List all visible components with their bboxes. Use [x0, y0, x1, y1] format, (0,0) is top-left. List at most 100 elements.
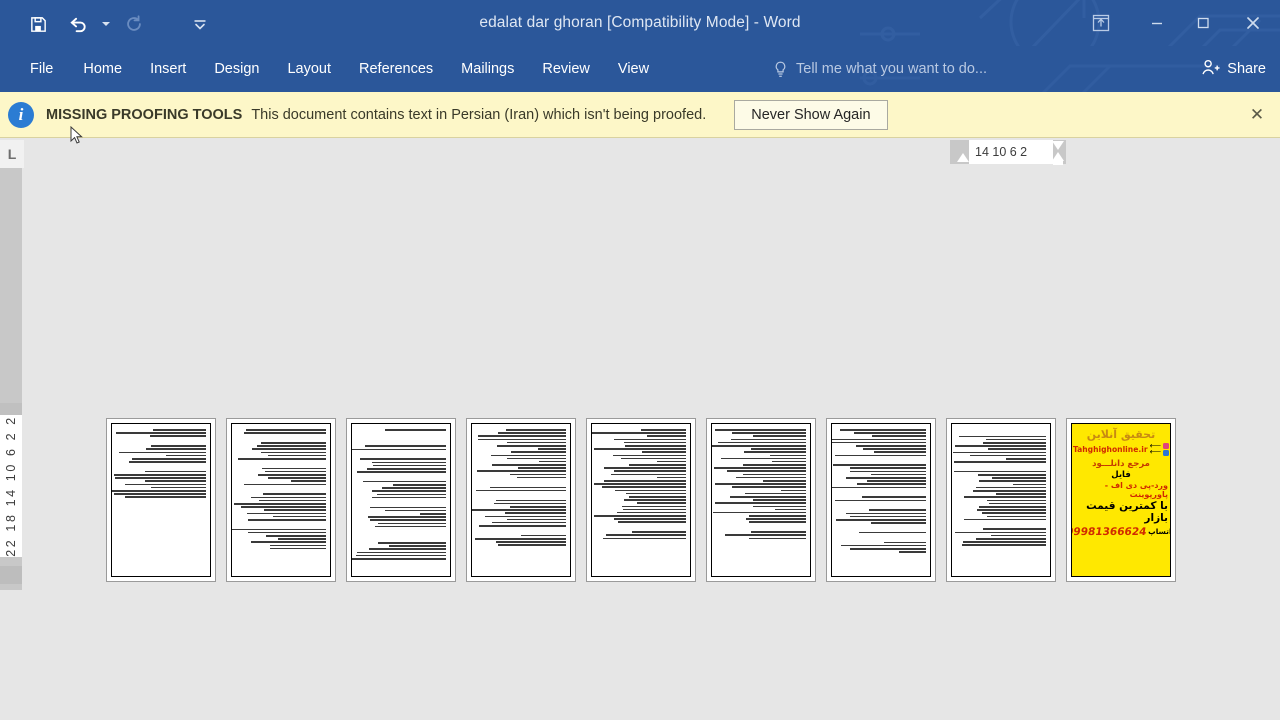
text-line — [840, 429, 926, 431]
text-line — [377, 542, 446, 544]
never-show-again-button[interactable]: Never Show Again — [734, 99, 888, 130]
ad-phone-number: 09981366624 — [1071, 525, 1147, 538]
text-line — [624, 444, 686, 447]
first-line-indent-marker[interactable] — [957, 153, 969, 162]
save-icon[interactable] — [18, 9, 58, 39]
page-thumbnail[interactable] — [586, 418, 696, 582]
text-line — [367, 467, 446, 470]
text-line — [977, 474, 1046, 476]
text-line — [113, 493, 206, 495]
tab-insert[interactable]: Insert — [136, 46, 200, 92]
ad-line-1: مرجع دانلـــود — [1092, 458, 1150, 469]
text-line — [496, 541, 566, 543]
title-bar: edalat dar ghoran [Compatibility Mode] -… — [0, 0, 1280, 46]
text-line — [384, 429, 446, 431]
tab-stop-selector[interactable]: L — [0, 140, 24, 168]
text-line — [714, 467, 806, 469]
notification-close-icon[interactable]: ✕ — [1244, 102, 1270, 128]
tab-file[interactable]: File — [14, 46, 69, 92]
text-line — [151, 486, 206, 489]
page-thumbnail[interactable] — [106, 418, 216, 582]
page-thumbnail[interactable] — [706, 418, 816, 582]
text-line — [963, 518, 1046, 521]
text-lines — [472, 427, 566, 546]
text-line — [385, 509, 446, 512]
tab-home[interactable]: Home — [69, 46, 136, 92]
text-line — [972, 490, 1046, 492]
text-line — [849, 548, 926, 550]
tab-references[interactable]: References — [345, 46, 447, 92]
text-line — [780, 489, 806, 492]
minimize-icon[interactable] — [1134, 0, 1180, 46]
text-line — [518, 467, 566, 469]
text-line — [867, 480, 926, 482]
undo-icon[interactable] — [58, 9, 98, 39]
text-line — [745, 492, 806, 495]
text-line — [832, 441, 926, 444]
page-thumbnail[interactable] — [466, 418, 576, 582]
page-thumbnail[interactable] — [946, 418, 1056, 582]
tab-layout[interactable]: Layout — [273, 46, 345, 92]
tab-mailings[interactable]: Mailings — [447, 46, 528, 92]
text-line — [506, 441, 566, 444]
tab-design[interactable]: Design — [200, 46, 273, 92]
horizontal-ruler-ticks: 14 10 6 2 — [969, 140, 1053, 164]
ad-logo: تحقیق آنلاین — [1086, 428, 1156, 441]
text-line — [602, 486, 686, 488]
text-line — [621, 505, 686, 508]
text-line — [369, 506, 446, 509]
text-line — [978, 480, 1046, 483]
ribbon-display-options-icon[interactable] — [1078, 0, 1124, 46]
text-line — [261, 451, 326, 454]
text-lines — [112, 427, 206, 498]
horizontal-ruler[interactable]: 14 10 6 2 — [950, 140, 1066, 165]
customize-quick-access-icon[interactable] — [180, 9, 220, 39]
text-line — [272, 515, 326, 518]
text-line — [986, 499, 1046, 502]
text-line — [884, 541, 926, 544]
text-line — [979, 505, 1046, 508]
text-line — [388, 545, 446, 547]
text-line — [125, 483, 206, 486]
text-line — [368, 548, 446, 551]
undo-dropdown-icon[interactable] — [98, 9, 114, 39]
document-canvas[interactable]: تحقیق آنلاین ⟵ ⟵ Tahghighonline.ir مرجع دانل… — [22, 168, 1280, 720]
tell-me-box[interactable]: Tell me what you want to do... — [772, 46, 987, 92]
text-line — [763, 480, 806, 482]
page-content — [231, 423, 331, 577]
page-thumbnail[interactable] — [826, 418, 936, 582]
text-line — [989, 502, 1046, 505]
page-thumbnail[interactable] — [346, 418, 456, 582]
text-line — [856, 444, 926, 447]
restore-icon[interactable] — [1180, 0, 1226, 46]
text-line — [605, 534, 686, 536]
text-line — [247, 531, 326, 534]
text-line — [834, 499, 926, 502]
indent-box-marker[interactable] — [1053, 160, 1063, 165]
text-line — [370, 519, 446, 521]
text-line — [832, 438, 926, 441]
text-line — [732, 486, 806, 488]
text-line — [269, 544, 326, 547]
text-line — [259, 499, 326, 502]
text-line — [237, 457, 326, 460]
text-line — [656, 476, 686, 479]
share-button[interactable]: Share — [1201, 46, 1266, 92]
text-line — [835, 518, 926, 521]
hanging-indent-marker[interactable] — [1052, 141, 1064, 150]
tab-view[interactable]: View — [604, 46, 663, 92]
text-line — [491, 521, 566, 524]
text-line — [144, 470, 206, 473]
text-line — [742, 473, 806, 476]
tab-review[interactable]: Review — [528, 46, 604, 92]
vertical-ruler[interactable]: 22 18 14 10 6 2 2 — [0, 168, 22, 590]
text-line — [964, 496, 1046, 498]
text-line — [479, 525, 566, 527]
close-icon[interactable] — [1226, 0, 1280, 46]
page-thumbnail[interactable]: تحقیق آنلاین ⟵ ⟵ Tahghighonline.ir مرجع دانل… — [1066, 418, 1176, 582]
lightbulb-icon — [772, 59, 788, 79]
text-line — [265, 470, 326, 473]
text-line — [863, 448, 926, 450]
page-thumbnail[interactable] — [226, 418, 336, 582]
ad-arrow-icon: ⟵ ⟵ — [1149, 440, 1162, 457]
